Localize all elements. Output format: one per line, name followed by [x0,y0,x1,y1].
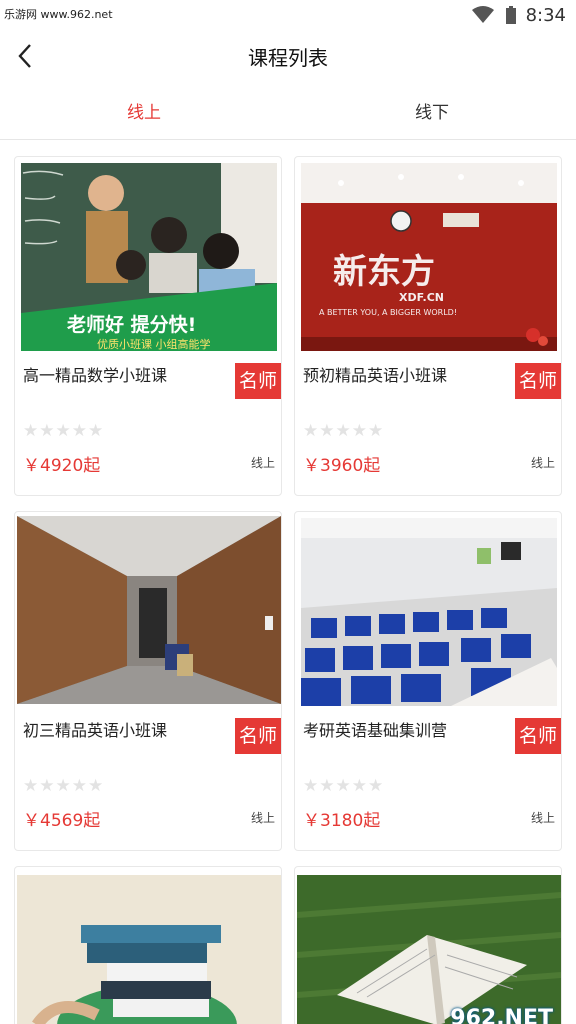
course-image-classroom-teacher: 老师好 提分快! 优质小班课 小组高能学 [21,163,277,351]
course-card[interactable] [14,866,282,1024]
clock-time: 8:34 [525,4,566,26]
brand-domain: XDF.CN [399,291,444,304]
course-name: 预初精品英语小班课 [303,366,448,385]
course-image-xdf-hall: 新东方 XDF.CN A BETTER YOU, A BIGGER WORLD! [301,163,557,351]
battery-icon [505,6,516,24]
course-price: ￥4920起 [23,456,101,476]
banner-title: 老师好 提分快! [67,313,196,336]
course-name: 考研英语基础集训营 [303,721,448,740]
course-mode: 线上 [530,456,555,470]
rating-stars: ★★★★★ [23,421,105,441]
course-card[interactable]: 962.NET [294,866,562,1024]
famous-teacher-badge: 名师 [235,718,281,754]
course-card[interactable]: 考研英语基础集训营 名师 ★★★★★ ￥3180起 线上 [294,511,562,851]
course-name: 初三精品英语小班课 [23,721,168,740]
brand-slogan: A BETTER YOU, A BIGGER WORLD! [319,308,457,317]
wifi-icon [471,6,494,23]
course-mode: 线上 [250,456,275,470]
course-card[interactable]: 新东方 XDF.CN A BETTER YOU, A BIGGER WORLD!… [294,156,562,496]
course-image-lecture-hall [301,518,557,706]
rating-stars: ★★★★★ [23,776,105,796]
tab-bar: 线上 线下 [0,84,576,140]
course-price: ￥3960起 [303,456,381,476]
course-name: 高一精品数学小班课 [23,366,168,385]
famous-teacher-badge: 名师 [235,363,281,399]
rating-stars: ★★★★★ [303,776,385,796]
tab-online[interactable]: 线上 [0,98,288,123]
page-title: 课程列表 [248,46,328,70]
course-image-corridor [17,516,281,704]
course-mode: 线上 [530,811,555,825]
banner-subtitle: 优质小班课 小组高能学 [97,337,211,351]
famous-teacher-badge: 名师 [515,363,561,399]
course-card[interactable]: 老师好 提分快! 优质小班课 小组高能学 高一精品数学小班课 名师 ★★★★★ … [14,156,282,496]
course-price: ￥4569起 [23,811,101,831]
watermark-text: 乐游网 www.962.net [4,8,113,21]
brand-logo: 新东方 [333,252,435,292]
course-card[interactable]: 初三精品英语小班课 名师 ★★★★★ ￥4569起 线上 [14,511,282,851]
site-watermark-logo: 962.NET [450,1006,553,1024]
header-bar: 课程列表 [0,30,576,82]
course-mode: 线上 [250,811,275,825]
course-image-open-book: 962.NET [297,875,561,1024]
famous-teacher-badge: 名师 [515,718,561,754]
course-price: ￥3180起 [303,811,381,831]
rating-stars: ★★★★★ [303,421,385,441]
status-bar: 乐游网 www.962.net 8:34 [0,0,576,30]
course-image-books-stack [17,875,281,1024]
tab-offline[interactable]: 线下 [288,98,576,123]
